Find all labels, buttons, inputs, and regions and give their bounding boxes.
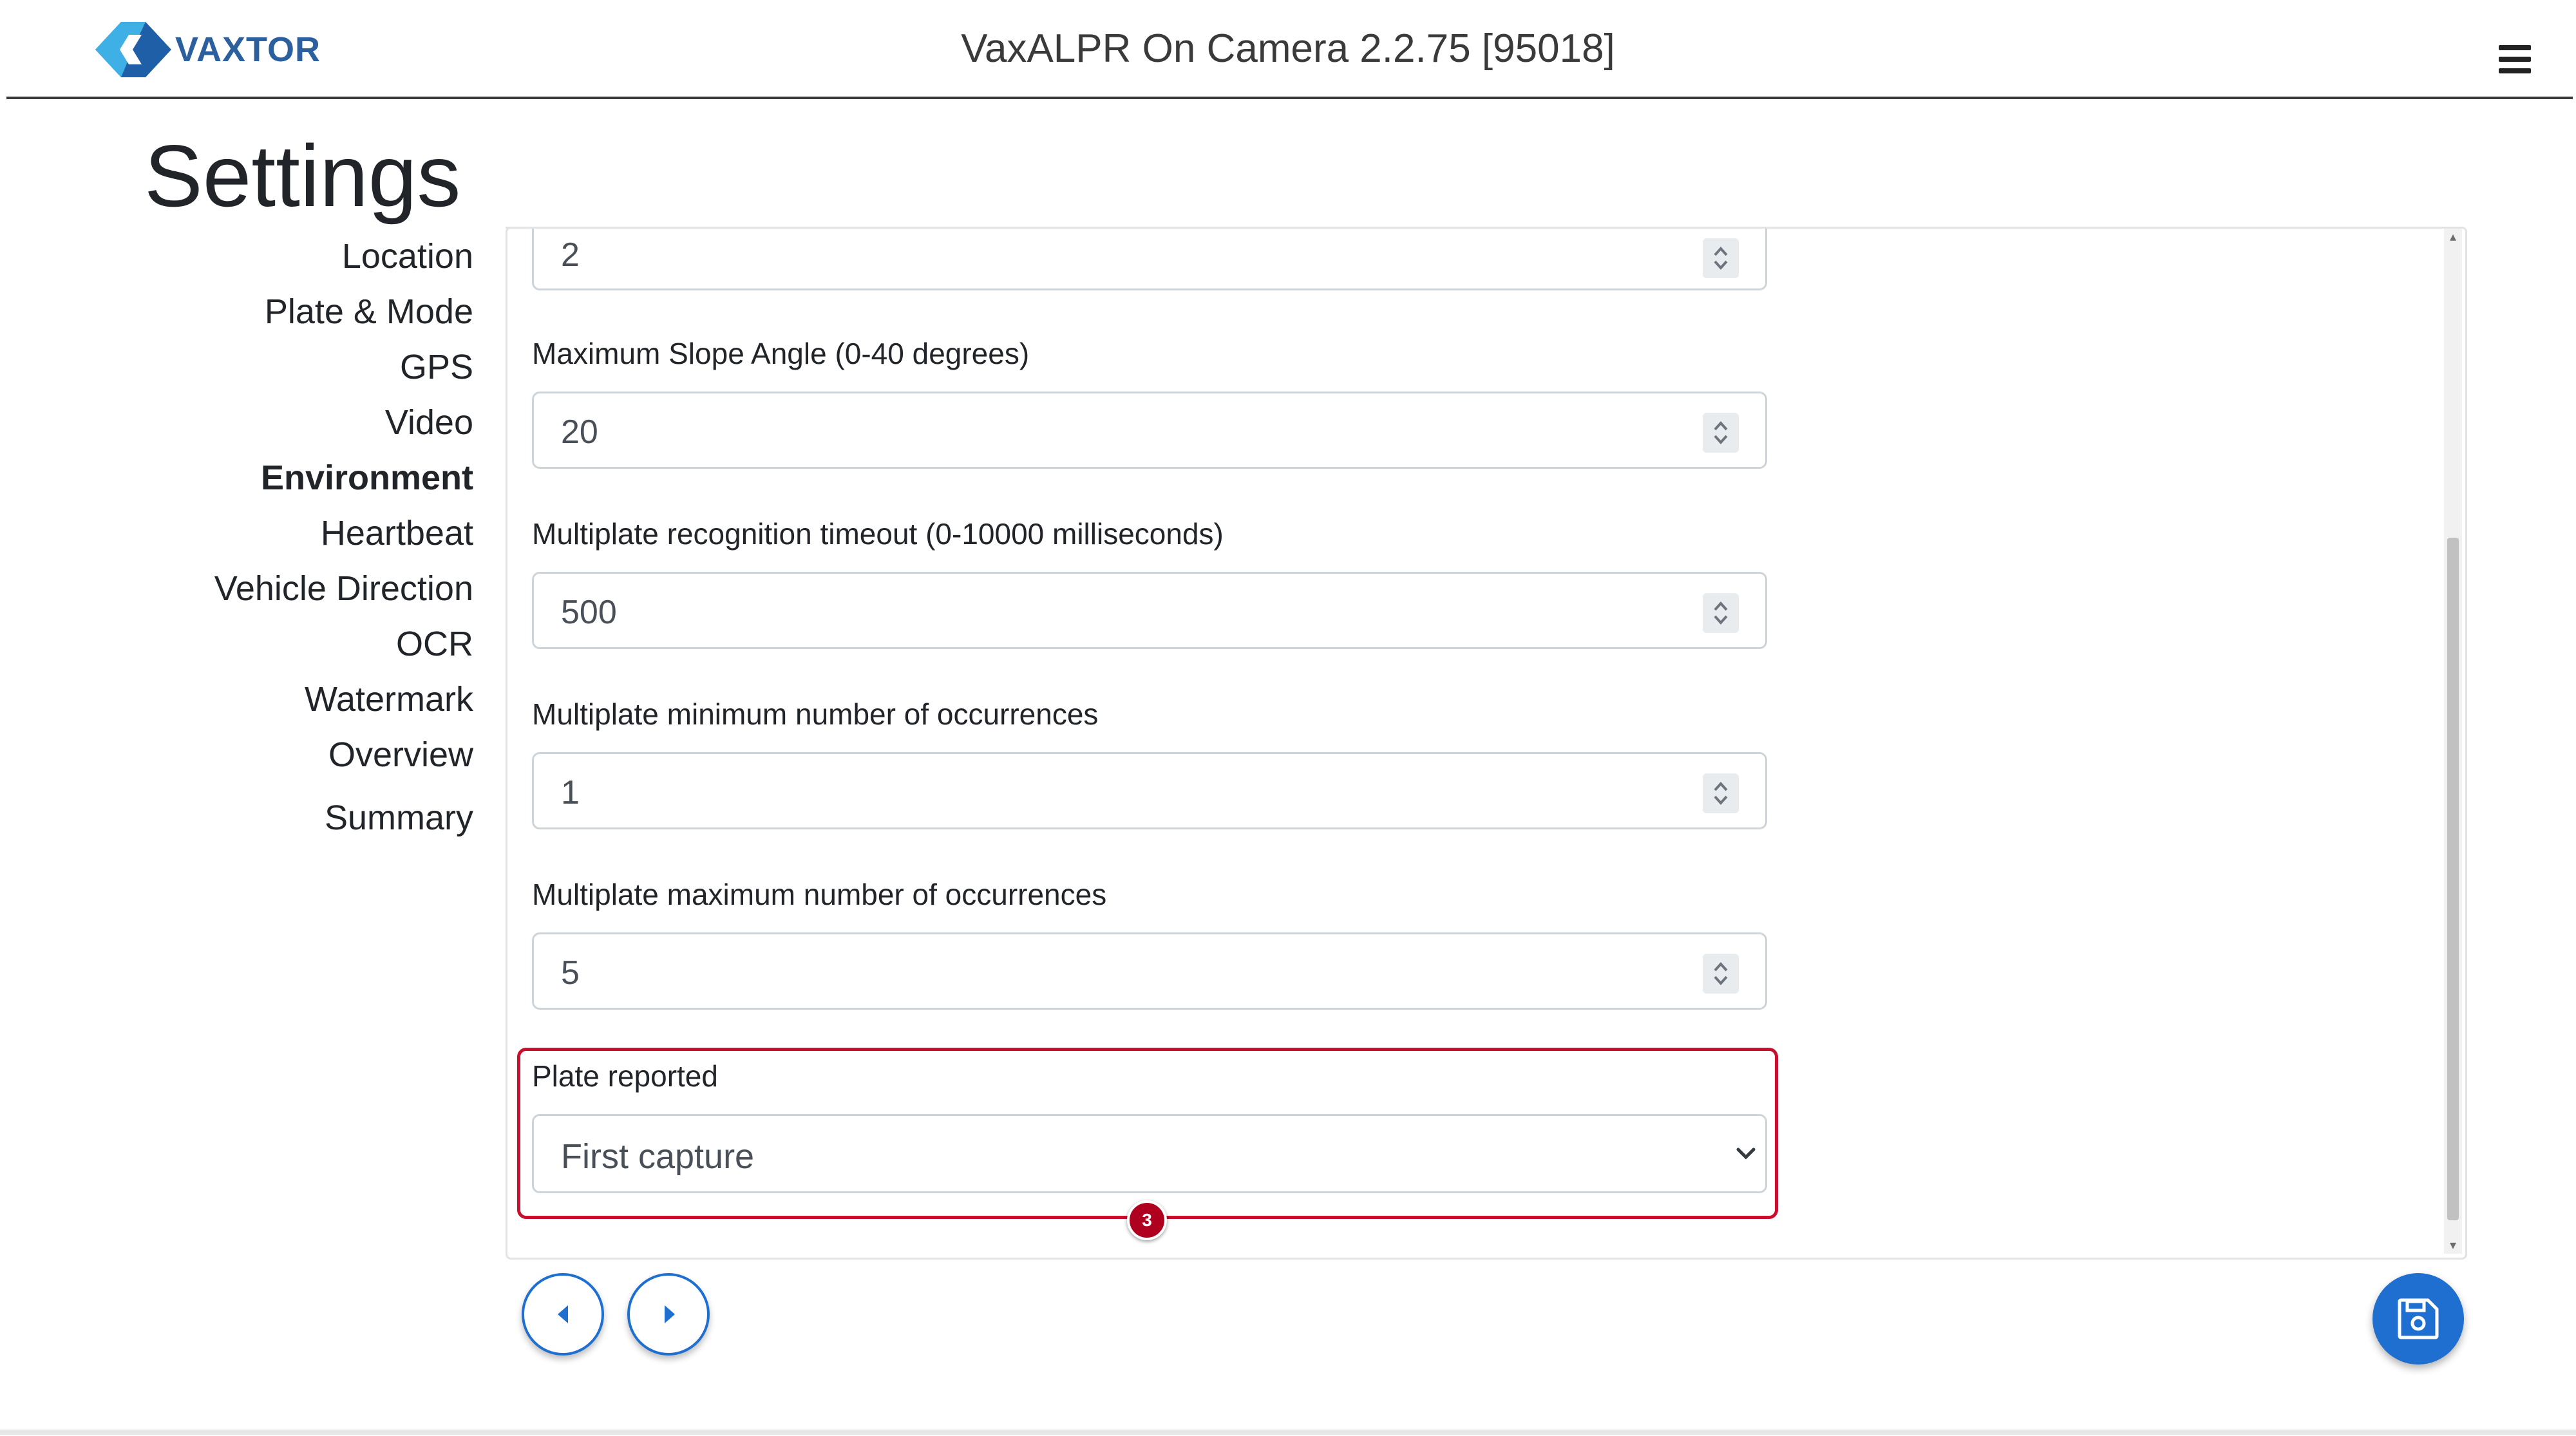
field-label-multiplate-max-occurrences: Multiplate maximum number of occurrences (532, 878, 1107, 911)
app-title: VaxALPR On Camera 2.2.75 [95018] (961, 26, 1615, 71)
scrollbar-thumb[interactable] (2447, 538, 2459, 1220)
input-value: 20 (561, 413, 598, 451)
multiplate-max-occurrences-input[interactable]: 5 (532, 932, 1767, 1010)
field-label-multiplate-min-occurrences: Multiplate minimum number of occurrences (532, 697, 1099, 731)
sidebar-item-gps[interactable]: GPS (400, 346, 473, 388)
number-spinner[interactable] (1703, 954, 1739, 994)
sidebar-item-vehicle-direction[interactable]: Vehicle Direction (214, 568, 473, 610)
input-value: 2 (561, 236, 580, 274)
hamburger-menu-icon[interactable] (2499, 45, 2531, 73)
sidebar-item-plate-mode[interactable]: Plate & Mode (265, 291, 473, 333)
spinner-arrows-icon (1714, 247, 1728, 270)
sidebar-item-location[interactable]: Location (342, 236, 473, 278)
bottom-divider (0, 1430, 2576, 1435)
caret-left-icon (558, 1305, 568, 1323)
sidebar-item-video[interactable]: Video (385, 402, 473, 444)
chevron-down-icon (1736, 1148, 1756, 1160)
app-header: VAXTOR VaxALPR On Camera 2.2.75 [95018] (0, 0, 2576, 99)
multiplate-timeout-input[interactable]: 500 (532, 572, 1767, 649)
spinner-arrows-icon (1714, 782, 1728, 805)
sidebar-item-environment[interactable]: Environment (261, 457, 473, 499)
spinner-arrows-icon (1714, 421, 1728, 444)
save-button[interactable] (2372, 1273, 2464, 1365)
panel-top-mask (507, 193, 1795, 229)
multiplate-min-occurrences-input[interactable]: 1 (532, 752, 1767, 829)
caret-right-icon (665, 1305, 675, 1323)
sidebar-item-heartbeat[interactable]: Heartbeat (321, 513, 473, 554)
sidebar-item-overview[interactable]: Overview (328, 734, 473, 776)
page-title: Settings (144, 127, 461, 225)
select-value: First capture (561, 1137, 755, 1176)
sidebar-item-summary[interactable]: Summary (325, 797, 473, 839)
field-label-max-slope-angle: Maximum Slope Angle (0-40 degrees) (532, 337, 1030, 370)
input-value: 1 (561, 774, 580, 811)
number-spinner[interactable] (1703, 413, 1739, 453)
previous-button[interactable] (522, 1273, 604, 1356)
sidebar-item-ocr[interactable]: OCR (396, 623, 473, 665)
header-divider (6, 97, 2573, 99)
plate-reported-select[interactable]: First capture (532, 1114, 1767, 1193)
number-spinner[interactable] (1703, 593, 1739, 633)
panel-top-border (506, 227, 2463, 229)
max-slope-angle-input[interactable]: 20 (532, 392, 1767, 469)
input-value: 5 (561, 954, 580, 992)
field-label-plate-reported: Plate reported (532, 1059, 718, 1093)
next-button[interactable] (627, 1273, 710, 1356)
scroll-down-arrow-icon[interactable]: ▾ (2444, 1237, 2462, 1254)
panel-scrollbar[interactable]: ▴ ▾ (2444, 229, 2462, 1254)
field-label-multiplate-timeout: Multiplate recognition timeout (0-10000 … (532, 517, 1224, 551)
spinner-arrows-icon (1714, 962, 1728, 985)
input-value: 500 (561, 594, 617, 631)
scroll-up-arrow-icon[interactable]: ▴ (2444, 229, 2462, 245)
floppy-disk-icon (2398, 1298, 2439, 1339)
spinner-arrows-icon (1714, 601, 1728, 625)
number-spinner[interactable] (1703, 773, 1739, 813)
number-spinner[interactable] (1703, 238, 1739, 278)
sidebar-item-watermark[interactable]: Watermark (305, 679, 473, 721)
annotation-badge: 3 (1127, 1200, 1167, 1240)
